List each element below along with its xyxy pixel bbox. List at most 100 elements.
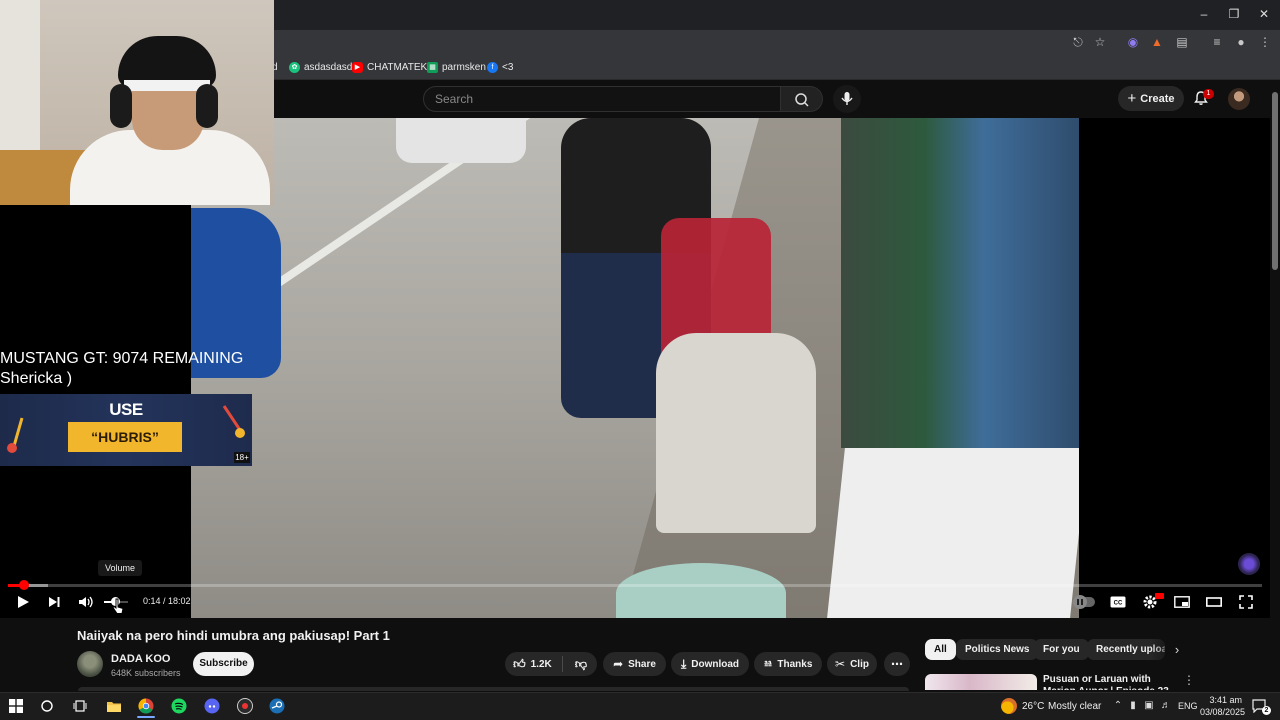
taskbar-search-button[interactable] bbox=[38, 697, 56, 715]
miniplayer-button[interactable] bbox=[1171, 592, 1193, 612]
webcam-overlay bbox=[0, 0, 274, 205]
speaker-icon[interactable]: ♬ bbox=[1160, 700, 1172, 712]
bookmark-star-icon[interactable]: ☆ bbox=[1091, 34, 1109, 50]
fullscreen-button[interactable] bbox=[1235, 592, 1257, 612]
scene-stool bbox=[616, 563, 786, 618]
extension-puzzle-purple-icon[interactable]: ◉ bbox=[1124, 34, 1142, 50]
input-language[interactable]: ENG bbox=[1178, 701, 1198, 711]
discord-icon bbox=[204, 698, 220, 714]
voice-search-button[interactable] bbox=[833, 85, 861, 113]
profile-avatar-icon[interactable]: ● bbox=[1232, 34, 1250, 50]
create-button[interactable]: + Create bbox=[1118, 86, 1184, 111]
folder-icon bbox=[107, 702, 121, 712]
scooter-icon bbox=[6, 414, 28, 454]
chip-for-you[interactable]: For you bbox=[1034, 639, 1089, 660]
thanks-button[interactable]: ⎂ Thanks bbox=[754, 652, 822, 676]
mute-button[interactable] bbox=[75, 592, 97, 612]
windows-logo-icon bbox=[9, 699, 23, 713]
play-icon bbox=[18, 596, 29, 608]
scene-car bbox=[396, 118, 526, 163]
network-icon[interactable]: ▣ bbox=[1143, 700, 1155, 712]
clock-time[interactable]: 3:41 am bbox=[1200, 695, 1242, 705]
channel-watermark-icon[interactable] bbox=[1238, 553, 1260, 575]
clip-button[interactable]: ✂ Clip bbox=[827, 652, 877, 676]
obs-button[interactable] bbox=[236, 697, 254, 715]
theater-mode-button[interactable] bbox=[1203, 592, 1225, 612]
play-button[interactable] bbox=[12, 592, 34, 612]
recommendation-thumbnail[interactable] bbox=[925, 674, 1037, 690]
bookmark-label: CHATMATEKO bbox=[367, 61, 435, 73]
bookmark-item-chatmateko[interactable]: ▶ CHATMATEKO bbox=[352, 60, 435, 74]
channel-avatar[interactable] bbox=[77, 651, 103, 677]
weather-icon[interactable] bbox=[1001, 698, 1017, 714]
restore-icon[interactable]: ❐ bbox=[1224, 6, 1244, 22]
chevron-up-icon[interactable]: ⌃ bbox=[1112, 700, 1124, 712]
progress-scrubber[interactable] bbox=[19, 580, 29, 590]
chip-label: For you bbox=[1043, 644, 1080, 655]
fullscreen-icon bbox=[1239, 595, 1253, 609]
download-button[interactable]: ⤓ Download bbox=[671, 652, 749, 676]
dislike-button[interactable]: 👎︎ bbox=[565, 657, 597, 672]
bookmark-item-asdasdasd[interactable]: ✿ asdasdasd bbox=[289, 60, 352, 74]
search-placeholder: Search bbox=[435, 92, 474, 106]
subtitles-button[interactable]: CC bbox=[1107, 592, 1129, 612]
media-control-icon[interactable]: ≡ bbox=[1208, 34, 1226, 50]
close-icon[interactable]: ✕ bbox=[1254, 6, 1274, 22]
more-vertical-icon[interactable]: ⋮ bbox=[1183, 674, 1195, 688]
chip-label: Politics News bbox=[965, 644, 1030, 655]
autoplay-toggle-knob bbox=[1073, 595, 1087, 609]
file-explorer-button[interactable] bbox=[105, 697, 123, 715]
video-frame bbox=[191, 118, 1079, 618]
scene-white-chair bbox=[656, 333, 816, 533]
chip-label: All bbox=[934, 644, 947, 655]
chip-politics-news[interactable]: Politics News bbox=[956, 639, 1039, 660]
progress-bar[interactable] bbox=[8, 584, 1262, 587]
channel-name[interactable]: DADA KOO bbox=[111, 653, 170, 665]
like-button[interactable]: 👍︎ 1.2K bbox=[505, 657, 560, 672]
description-box-top[interactable] bbox=[78, 687, 909, 691]
volume-tooltip: Volume bbox=[98, 560, 142, 576]
like-dislike-group: 👍︎ 1.2K 👎︎ bbox=[505, 652, 597, 676]
thanks-label: Thanks bbox=[777, 658, 813, 670]
task-view-button[interactable] bbox=[71, 697, 89, 715]
extension-orange-icon[interactable]: ▲ bbox=[1148, 34, 1166, 50]
search-button[interactable] bbox=[781, 86, 823, 112]
more-horizontal-icon: ⋯ bbox=[891, 657, 903, 671]
start-button[interactable] bbox=[7, 697, 25, 715]
spotify-button[interactable] bbox=[170, 697, 188, 715]
chip-all[interactable]: All bbox=[925, 639, 956, 660]
extensions-icon[interactable]: ▤ bbox=[1173, 34, 1191, 50]
bookmark-item-parmsken[interactable]: ▦ parmsken bbox=[427, 60, 486, 74]
subscribe-button[interactable]: Subscribe bbox=[193, 652, 254, 676]
search-input[interactable]: Search bbox=[423, 86, 781, 112]
minimize-icon[interactable]: – bbox=[1194, 6, 1214, 22]
microphone-icon bbox=[841, 92, 853, 105]
next-button[interactable] bbox=[43, 592, 65, 612]
clock-date[interactable]: 03/08/2025 bbox=[1200, 707, 1245, 717]
install-app-icon[interactable]: ⎋ bbox=[1069, 34, 1087, 50]
share-button[interactable]: ➦ Share bbox=[603, 652, 666, 676]
weather-description[interactable]: Mostly clear bbox=[1048, 701, 1101, 712]
recommendation-title[interactable]: Pusuan or Laruan with Marion Aunor | Epi… bbox=[1043, 674, 1173, 690]
bookmark-item-heart[interactable]: f <3 bbox=[487, 60, 513, 74]
age-rating-badge: 18+ bbox=[234, 452, 250, 463]
browser-menu-icon[interactable]: ⋮ bbox=[1256, 34, 1274, 50]
steam-button[interactable] bbox=[268, 697, 286, 715]
notification-center-count: 2 bbox=[1262, 706, 1271, 715]
facebook-icon: f bbox=[487, 61, 498, 73]
chevron-right-icon[interactable]: › bbox=[1170, 642, 1184, 658]
microphone-tray-icon[interactable]: ▮ bbox=[1127, 700, 1139, 712]
thumbs-down-icon: 👎︎ bbox=[574, 656, 588, 671]
weather-temperature[interactable]: 26°C bbox=[1022, 701, 1044, 712]
goal-counter-text: MUSTANG GT: 9074 REMAINING bbox=[0, 350, 244, 367]
donor-name-text: Shericka ) bbox=[0, 370, 73, 387]
spotify-icon bbox=[171, 698, 187, 714]
youtube-icon: ▶ bbox=[352, 61, 363, 73]
account-avatar[interactable] bbox=[1228, 88, 1250, 110]
more-actions-button[interactable]: ⋯ bbox=[884, 652, 910, 676]
download-icon: ⤓ bbox=[680, 656, 687, 671]
create-label: Create bbox=[1140, 92, 1175, 105]
chrome-button[interactable] bbox=[137, 697, 155, 715]
discord-button[interactable] bbox=[203, 697, 221, 715]
page-scrollbar-thumb[interactable] bbox=[1272, 92, 1278, 270]
